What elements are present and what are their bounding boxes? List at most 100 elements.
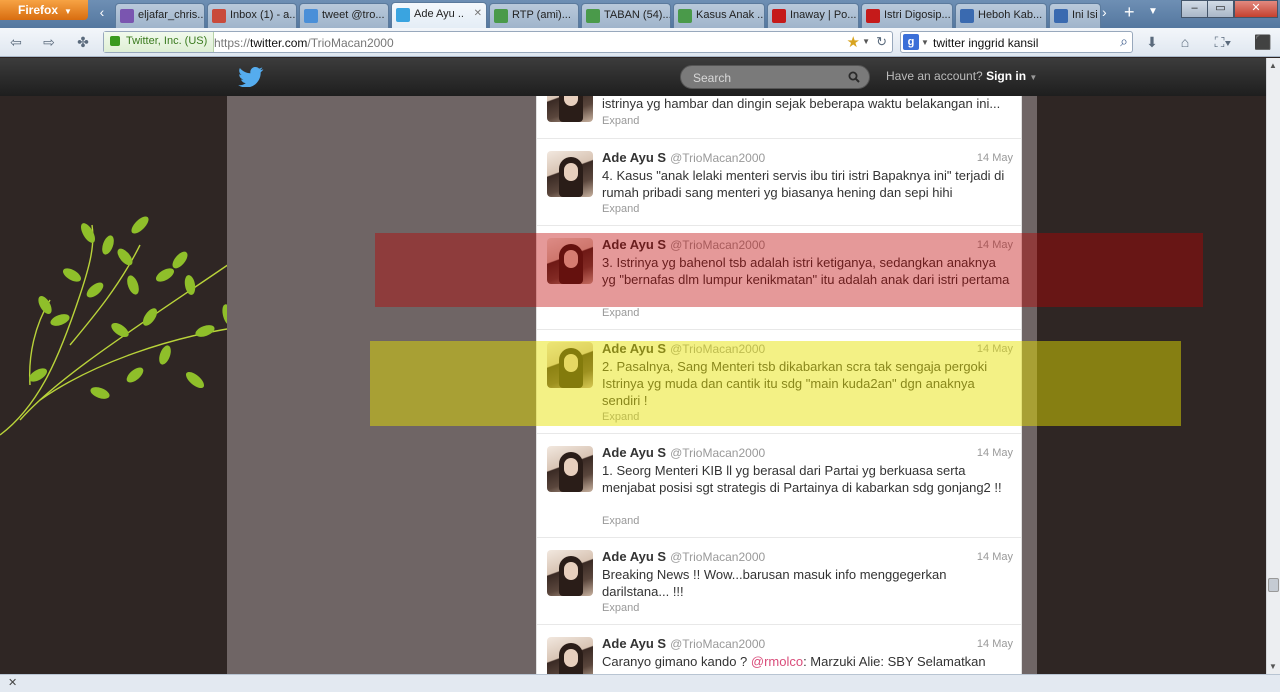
tweet-item[interactable]: Ade Ayu S @TrioMacan2000 14 May 4. Kasus … (537, 139, 1021, 226)
tab-6[interactable]: Kasus Anak ... (673, 3, 765, 28)
tab-8[interactable]: Istri Digosip... (861, 3, 953, 28)
author-handle: @TrioMacan2000 (670, 151, 766, 165)
twitter-search-input[interactable]: Search (693, 71, 731, 85)
tweet-timestamp[interactable]: 14 May (977, 551, 1013, 563)
scroll-up-icon[interactable]: ▲ (1269, 61, 1277, 70)
reload-icon[interactable]: ↻ (876, 34, 887, 50)
vertical-scrollbar[interactable]: ▲ ▼ (1266, 58, 1280, 674)
mention-link[interactable]: @rmolco (751, 654, 803, 669)
tab-label: Inbox (1) - a... (230, 9, 296, 21)
search-bar[interactable]: g ▼ twitter inggrid kansil ⌕ (900, 31, 1133, 53)
tweet-author[interactable]: Ade Ayu S @TrioMacan2000 (602, 445, 765, 460)
tab-4[interactable]: RTP (ami)... (489, 3, 579, 28)
sign-in-link[interactable]: Sign in (986, 69, 1026, 83)
tab-favicon-icon (866, 9, 880, 23)
highlight-overlay-red (375, 233, 1203, 307)
search-icon[interactable]: ⌕ (1120, 33, 1128, 50)
downloads-icon[interactable]: ⬇ (1143, 33, 1161, 51)
scrollbar-thumb[interactable] (1268, 578, 1279, 592)
tab-2[interactable]: tweet @tro... (299, 3, 389, 28)
tab-5[interactable]: TABAN (54)... (581, 3, 671, 28)
expand-link[interactable]: Expand (602, 515, 639, 527)
tab-scroll-left-icon[interactable]: ‹ (93, 4, 111, 24)
avatar-face (564, 649, 578, 667)
search-icon[interactable] (848, 71, 860, 83)
tab-label: Inaway | Po... (790, 9, 857, 21)
google-icon[interactable]: g (903, 34, 919, 50)
navigation-toolbar: ⇦ ⇨ ✤ Twitter, Inc. (US) https://twitter… (0, 28, 1280, 57)
url-history-dropdown-icon[interactable]: ▼ (862, 37, 870, 46)
firefox-menu-button[interactable]: Firefox ▼ (0, 0, 88, 20)
tweet-item[interactable]: Ade Ayu S @TrioMacan2000 14 May Breaking … (537, 538, 1021, 625)
tweet-timestamp[interactable]: 14 May (977, 152, 1013, 164)
tweet-author[interactable]: Ade Ayu S @TrioMacan2000 (602, 150, 765, 165)
author-handle: @TrioMacan2000 (670, 446, 766, 460)
window-close-icon[interactable]: ✕ (1234, 0, 1278, 18)
menu-icon[interactable]: ⬛ (1254, 33, 1272, 51)
avatar-face (564, 458, 578, 476)
avatar-face (564, 562, 578, 580)
tab-0[interactable]: eljafar_chris... (115, 3, 205, 28)
url-text[interactable]: https://twitter.com/TrioMacan2000 (214, 36, 394, 50)
tab-10[interactable]: Ini Isi (1049, 3, 1101, 28)
expand-link[interactable]: Expand (602, 602, 639, 614)
twitter-bird-icon[interactable] (238, 67, 264, 87)
home-icon[interactable]: ⌂ (1176, 33, 1194, 51)
maximize-icon[interactable]: ▭ (1207, 0, 1234, 18)
tab-label: TABAN (54)... (604, 9, 670, 21)
avatar[interactable] (547, 151, 593, 197)
chevron-down-icon[interactable]: ▼ (921, 38, 929, 47)
tab-favicon-icon (586, 9, 600, 23)
tweet-timestamp[interactable]: 14 May (977, 447, 1013, 459)
expand-link[interactable]: Expand (602, 203, 639, 215)
tab-label: Heboh Kab... (978, 9, 1043, 21)
twitter-search-box[interactable]: Search (680, 65, 870, 89)
avatar[interactable] (547, 550, 593, 596)
author-name: Ade Ayu S (602, 549, 667, 564)
twitter-bird-icon (396, 8, 410, 22)
tab-9[interactable]: Heboh Kab... (955, 3, 1047, 28)
minimize-icon[interactable]: – (1181, 0, 1208, 18)
avatar-face (564, 163, 578, 181)
tweet-item[interactable]: Ade Ayu S @TrioMacan2000 14 May 1. Seorg … (537, 434, 1021, 538)
url-bar[interactable]: Twitter, Inc. (US) https://twitter.com/T… (103, 31, 893, 53)
tab-label: Kasus Anak ... (696, 9, 764, 21)
back-arrow-icon[interactable]: ⇦ (7, 33, 25, 51)
author-handle: @TrioMacan2000 (670, 637, 766, 651)
bookmark-star-icon[interactable]: ★ (847, 33, 860, 51)
addon-icon[interactable]: ✤ (74, 33, 92, 51)
expand-link[interactable]: Expand (602, 115, 639, 127)
avatar[interactable] (547, 637, 593, 674)
tab-close-icon[interactable]: ✕ (474, 8, 482, 19)
tweet-author[interactable]: Ade Ayu S @TrioMacan2000 (602, 549, 765, 564)
url-host: twitter.com (250, 36, 308, 50)
tab-scroll-right-icon[interactable]: › (1102, 4, 1107, 20)
tab-1[interactable]: Inbox (1) - a... (207, 3, 297, 28)
close-icon[interactable]: ✕ (8, 676, 17, 689)
forward-arrow-icon[interactable]: ⇨ (40, 33, 58, 51)
tab-favicon-icon (494, 9, 508, 23)
chevron-down-icon: ▼ (64, 7, 72, 16)
new-tab-icon[interactable]: + (1124, 2, 1135, 23)
status-bar: ✕ (0, 674, 1280, 692)
tab-favicon-icon (1054, 9, 1068, 23)
site-identity[interactable]: Twitter, Inc. (US) (104, 32, 215, 52)
site-identity-label: Twitter, Inc. (US) (126, 35, 208, 47)
tab-label: eljafar_chris... (138, 9, 204, 21)
avatar[interactable] (547, 96, 593, 122)
tab-label: tweet @tro... (322, 9, 385, 21)
tweet-timestamp[interactable]: 14 May (977, 638, 1013, 650)
avatar[interactable] (547, 446, 593, 492)
search-input[interactable]: twitter inggrid kansil (933, 36, 1038, 50)
chevron-down-icon[interactable]: ▼ (1029, 73, 1037, 82)
tweet-item[interactable]: Ade Ayu S @TrioMacan2000 14 May Caranyo g… (537, 625, 1021, 674)
tab-list-icon[interactable]: ▼ (1148, 6, 1158, 17)
tweet-item[interactable]: istrinya yg hambar dan dingin sejak bebe… (537, 96, 1021, 139)
tweet-author[interactable]: Ade Ayu S @TrioMacan2000 (602, 636, 765, 651)
tab-label: Ini Isi (1072, 9, 1098, 21)
expand-link[interactable]: Expand (602, 307, 639, 319)
tab-7[interactable]: Inaway | Po... (767, 3, 859, 28)
scroll-down-icon[interactable]: ▼ (1269, 662, 1277, 671)
bookmarks-menu-icon[interactable]: ⛶▾ (1210, 33, 1236, 51)
tab-3-active[interactable]: Ade Ayu ... ✕ (391, 2, 487, 28)
